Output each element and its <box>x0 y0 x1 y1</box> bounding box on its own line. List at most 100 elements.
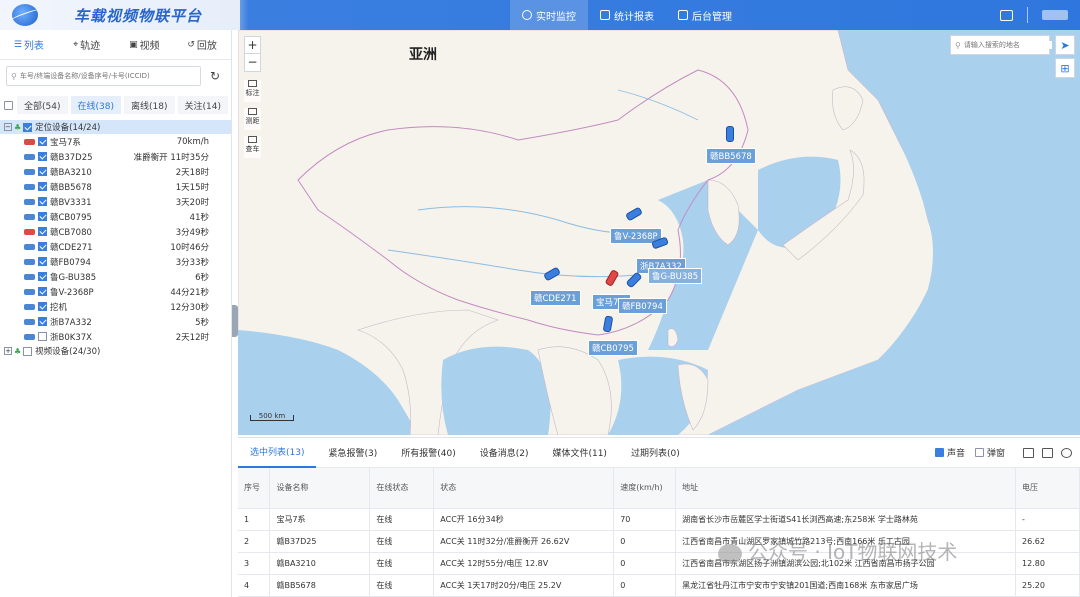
filter-offline[interactable]: 离线(18) <box>124 96 175 114</box>
vehicle-tree-row[interactable]: 赣FB0794 3分33秒 <box>0 254 231 269</box>
vehicle-plate: 赣FB0794 <box>50 257 91 268</box>
tab-list[interactable]: ☰ 列表 <box>0 37 58 53</box>
vehicle-status: 44分21秒 <box>170 287 209 298</box>
vehicle-status: 2天12时 <box>175 332 209 343</box>
select-all-checkbox[interactable] <box>4 100 13 110</box>
map-scale: 500 km <box>250 413 294 421</box>
vehicle-checkbox[interactable] <box>38 167 47 176</box>
vehicle-checkbox[interactable] <box>38 197 47 206</box>
zoom-in-button[interactable]: + <box>245 37 260 54</box>
table-cell: 70 <box>613 508 677 531</box>
tab-device-messages[interactable]: 设备消息(2) <box>468 438 541 468</box>
vehicle-search-input[interactable] <box>19 72 200 80</box>
vehicle-tree-row[interactable]: 挖机 12分30秒 <box>0 299 231 314</box>
sound-checkbox[interactable] <box>934 448 944 457</box>
vehicle-checkbox[interactable] <box>38 302 47 311</box>
map-vehicle-label[interactable]: 赣BB5678 <box>706 148 756 164</box>
gear-icon[interactable] <box>1061 447 1072 458</box>
vehicle-checkbox[interactable] <box>38 287 47 296</box>
vehicle-tree-row[interactable]: 赣BA3210 2天18时 <box>0 164 231 179</box>
tool-mark[interactable]: 标注 <box>244 80 261 102</box>
brand: 车载视频物联平台 <box>0 0 240 30</box>
table-cell: 湖南省长沙市岳麓区学士街道S41长浏西高速;东258米 学士路林苑 <box>675 508 1017 531</box>
tool-measure[interactable]: 测距 <box>244 108 261 130</box>
vehicle-status: 3分49秒 <box>175 227 209 238</box>
vehicle-tree-row[interactable]: 赣CB7080 3分49秒 <box>0 224 231 239</box>
vehicle-plate: 赣CB7080 <box>50 227 92 238</box>
vehicle-checkbox[interactable] <box>38 317 47 326</box>
left-tabs: ☰ 列表 ⌖ 轨迹 ▣ 视频 ↺ 回放 <box>0 30 231 60</box>
table-row[interactable]: 1 宝马7系 在线 ACC开 16分34秒 70 湖南省长沙市岳麓区学士街道S41长浏西高… <box>238 508 1080 531</box>
vehicle-tree-row[interactable]: 赣CDE271 10时46分 <box>0 239 231 254</box>
tab-track[interactable]: ⌖ 轨迹 <box>58 37 116 53</box>
vehicle-tree-row[interactable]: 浙B0K37X 2天12时 <box>0 329 231 344</box>
tab-video[interactable]: ▣ 视频 <box>116 37 174 53</box>
app-title: 车载视频物联平台 <box>74 6 203 25</box>
map-vehicle-label[interactable]: 赣CDE271 <box>530 290 581 306</box>
table-row[interactable]: 3 赣BA3210 在线 ACC关 12时55分/电压 12.8V 0 江西省南昌市东湖区… <box>238 552 1080 575</box>
expand-icon[interactable]: + <box>4 347 12 355</box>
nav-realtime-monitor[interactable]: 实时监控 <box>510 0 588 30</box>
table-row[interactable]: 2 赣B37D25 在线 ACC关 11时32分/准爵衡开 26.62V 0 江西省南昌市… <box>238 530 1080 553</box>
refresh-icon[interactable]: ↻ <box>205 66 225 86</box>
zoom-out-button[interactable]: − <box>245 54 260 71</box>
vehicle-checkbox[interactable] <box>38 257 47 266</box>
vehicle-checkbox[interactable] <box>38 272 47 281</box>
tab-media-files[interactable]: 媒体文件(11) <box>540 438 618 468</box>
map-view[interactable]: 亚洲 + − 标注 测距 查车 ⚲ ➤ ⊞ 500 km 赣BB5678 鲁V-… <box>238 30 1080 435</box>
map-vehicle-marker[interactable] <box>726 126 734 142</box>
tab-expired-list[interactable]: 过期列表(0) <box>619 438 692 468</box>
filter-followed[interactable]: 关注(14) <box>177 96 228 114</box>
vehicle-tree-row[interactable]: 赣BB5678 1天15时 <box>0 179 231 194</box>
nav-statistics[interactable]: 统计报表 <box>588 0 666 30</box>
vehicle-tree-row[interactable]: 赣BV3331 3天20时 <box>0 194 231 209</box>
tab-all-alarms[interactable]: 所有报警(40) <box>389 438 467 468</box>
tree-group-video[interactable]: + ♣ 视频设备(24/30) <box>0 344 231 358</box>
tree-group-located[interactable]: − ♣ 定位设备(14/24) <box>0 120 231 134</box>
vehicle-plate: 鲁V-2368P <box>50 287 94 298</box>
tool-label: 测距 <box>245 117 260 125</box>
vehicle-tree-row[interactable]: 赣B37D25 准爵衡开 11时35分 <box>0 149 231 164</box>
excavator-icon[interactable] <box>1023 447 1034 458</box>
vehicle-checkbox[interactable] <box>38 182 47 191</box>
tool-find-car[interactable]: 查车 <box>244 136 261 158</box>
map-layers-icon[interactable]: ⊞ <box>1055 58 1075 78</box>
nav-admin[interactable]: 后台管理 <box>666 0 744 30</box>
vehicle-checkbox[interactable] <box>38 227 47 236</box>
nav-label: 后台管理 <box>692 11 732 23</box>
map-vehicle-label[interactable]: 赣FB0794 <box>618 298 667 314</box>
vehicle-checkbox[interactable] <box>38 212 47 221</box>
vehicle-tree-row[interactable]: 赣CB0795 41秒 <box>0 209 231 224</box>
vehicle-checkbox[interactable] <box>38 137 47 146</box>
vehicle-icon <box>24 318 35 325</box>
vehicle-checkbox[interactable] <box>38 332 47 341</box>
vehicle-icon <box>24 258 35 265</box>
location-icon <box>522 10 532 20</box>
group-checkbox[interactable] <box>23 346 33 356</box>
popup-checkbox[interactable] <box>974 448 984 457</box>
vehicle-tree-row[interactable]: 鲁G-BU385 6秒 <box>0 269 231 284</box>
filter-online[interactable]: 在线(38) <box>70 96 121 114</box>
group-checkbox[interactable] <box>23 122 33 132</box>
export-icon[interactable] <box>1042 447 1053 458</box>
map-search-input[interactable] <box>963 41 1052 49</box>
vehicle-status: 70km/h <box>176 136 209 147</box>
table-row[interactable]: 4 赣BB5678 在线 ACC关 1天17时20分/电压 25.2V 0 黑龙江省牡丹江… <box>238 574 1080 597</box>
vehicle-checkbox[interactable] <box>38 152 47 161</box>
vehicle-tree-row[interactable]: 鲁V-2368P 44分21秒 <box>0 284 231 299</box>
left-panel: ☰列表 ⌖轨迹 ▣视频 ↺回放 ⚲ ↻ 全部(54) 在线(38) 离线(18)… <box>0 30 232 597</box>
vehicle-tree-row[interactable]: 浙B7A332 5秒 <box>0 314 231 329</box>
filter-all[interactable]: 全部(54) <box>17 96 68 114</box>
user-avatar[interactable] <box>1042 10 1068 20</box>
tab-selected-list[interactable]: 选中列表(13) <box>238 438 317 468</box>
map-vehicle-label[interactable]: 赣CB0795 <box>588 340 638 356</box>
tab-playback[interactable]: ↺ 回放 <box>173 37 231 53</box>
vehicle-status: 41秒 <box>189 212 209 223</box>
message-icon[interactable] <box>1000 9 1013 21</box>
vehicle-checkbox[interactable] <box>38 242 47 251</box>
map-vehicle-label[interactable]: 鲁G-BU385 <box>648 268 703 284</box>
vehicle-tree-row[interactable]: 宝马7系 70km/h <box>0 134 231 149</box>
collapse-icon[interactable]: − <box>4 123 12 131</box>
tab-emergency-alarm[interactable]: 紧急报警(3) <box>316 438 389 468</box>
send-location-icon[interactable]: ➤ <box>1055 35 1075 55</box>
